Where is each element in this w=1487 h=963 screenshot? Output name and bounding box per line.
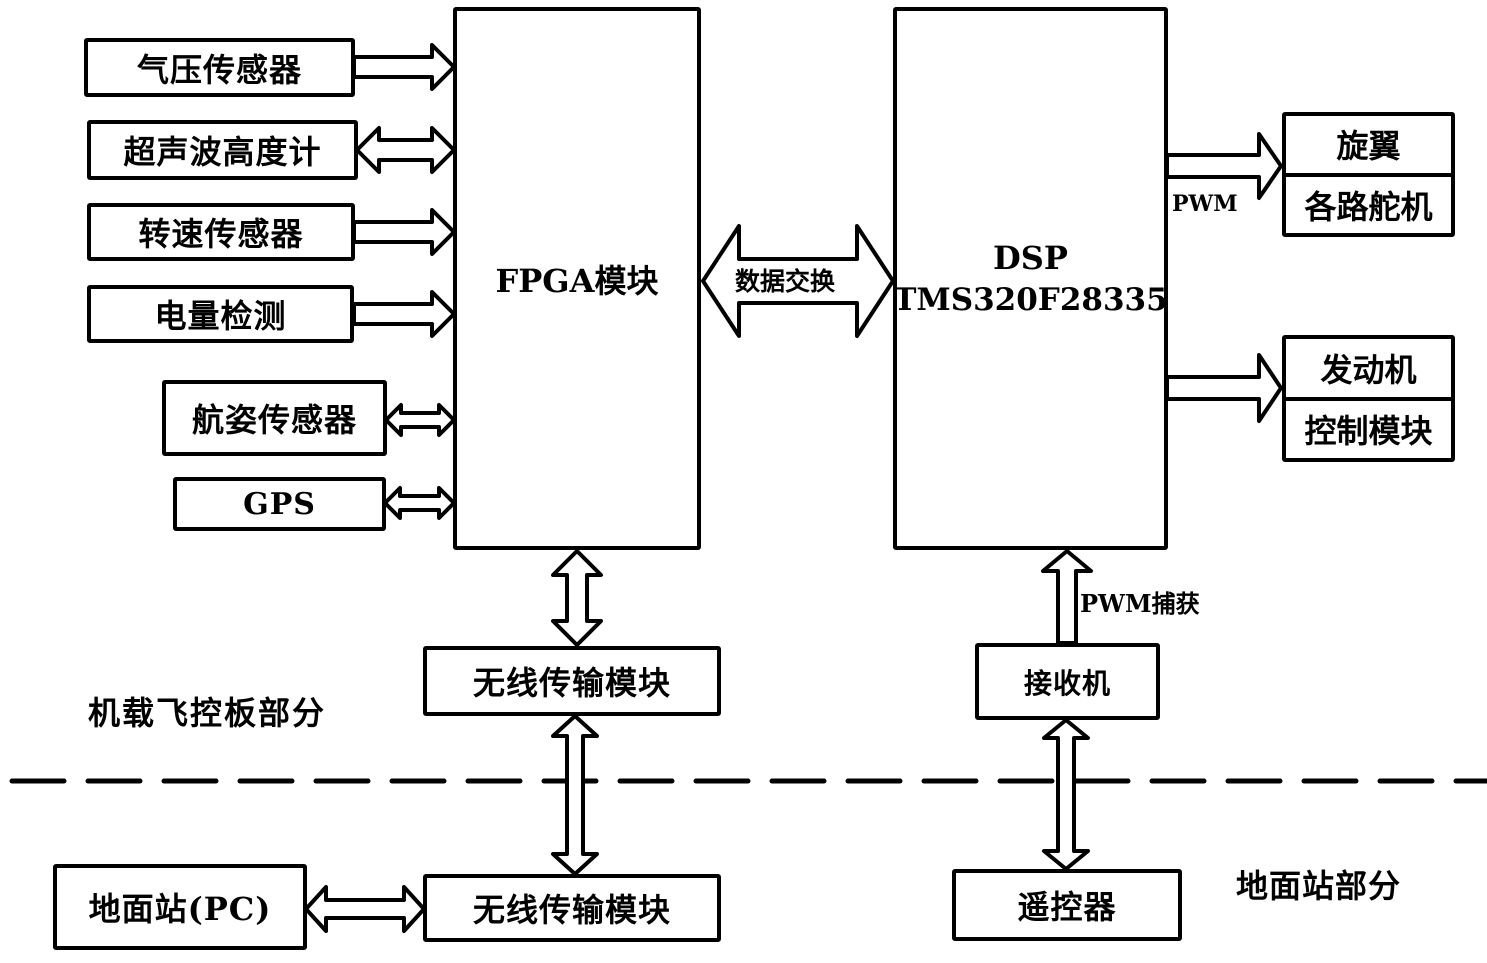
remote-controller-label: 遥控器 — [1017, 888, 1117, 926]
ultrasonic-altimeter-label: 超声波高度计 — [123, 133, 322, 171]
pwm-capture-label: PWM捕获 — [1080, 589, 1200, 618]
arrow-ultrasonic-altimeter-fpga — [355, 126, 456, 174]
flight-control-block-diagram: 气压传感器 超声波高度计 转速传感器 电量检测 航姿传感器 GPS FPGA模块… — [0, 0, 1487, 963]
pressure-sensor-label: 气压传感器 — [136, 50, 302, 89]
control-module-label-cell: 控制模块 — [1286, 396, 1451, 459]
battery-detect-label: 电量检测 — [154, 297, 287, 335]
rotor-label-cell: 旋翼 — [1286, 116, 1451, 173]
onboard-section-label: 机载飞控板部分 — [88, 694, 327, 732]
ahrs-sensor-box: 航姿传感器 — [162, 380, 387, 456]
ground-station-label: 地面站(PC) — [88, 890, 272, 928]
engine-label: 发动机 — [1320, 350, 1417, 389]
onboard-wireless-module-label: 无线传输模块 — [472, 664, 671, 702]
dsp-label: DSP — [993, 238, 1068, 277]
engine-label-cell: 发动机 — [1286, 339, 1451, 397]
servos-label: 各路舵机 — [1304, 187, 1433, 226]
battery-detect-box: 电量检测 — [87, 285, 354, 343]
arrow-ground-station-wireless — [304, 885, 426, 933]
remote-controller-box: 遥控器 — [952, 869, 1182, 941]
dsp-model-label: TMS320F28335 — [893, 281, 1168, 318]
dsp-box: DSP TMS320F28335 — [893, 7, 1168, 550]
onboard-wireless-module-box: 无线传输模块 — [423, 646, 721, 716]
ahrs-sensor-label: 航姿传感器 — [191, 401, 357, 439]
ground-station-box: 地面站(PC) — [53, 864, 307, 950]
fpga-module-box: FPGA模块 — [453, 7, 701, 550]
gps-label: GPS — [243, 486, 316, 522]
arrow-speed-sensor-to-fpga — [352, 208, 456, 256]
arrow-receiver-remote-link — [1042, 718, 1090, 871]
arrow-pressure-sensor-to-fpga — [352, 43, 456, 91]
ground-wireless-module-label: 无线传输模块 — [472, 891, 671, 929]
ground-section-label: 地面站部分 — [1236, 867, 1402, 905]
ground-wireless-module-box: 无线传输模块 — [423, 874, 721, 942]
arrow-fpga-wireless — [551, 549, 603, 647]
arrow-gps-fpga — [383, 486, 456, 520]
arrow-dsp-to-engine-control — [1165, 353, 1283, 423]
fpga-module-label: FPGA模块 — [495, 261, 659, 300]
receiver-box: 接收机 — [975, 643, 1160, 720]
speed-sensor-label: 转速传感器 — [138, 215, 304, 253]
servos-label-cell: 各路舵机 — [1286, 172, 1451, 234]
rotor-label: 旋翼 — [1336, 127, 1401, 166]
receiver-label: 接收机 — [1023, 666, 1111, 700]
arrow-wireless-link — [551, 714, 599, 876]
arrow-battery-detect-to-fpga — [352, 290, 456, 338]
data-exchange-label: 数据交换 — [735, 267, 836, 296]
pressure-sensor-box: 气压传感器 — [84, 38, 355, 97]
arrow-ahrs-sensor-fpga — [384, 403, 456, 437]
engine-control-box: 发动机 控制模块 — [1282, 335, 1455, 462]
rotor-servo-box: 旋翼 各路舵机 — [1282, 112, 1455, 237]
gps-box: GPS — [173, 477, 386, 531]
ultrasonic-altimeter-box: 超声波高度计 — [87, 120, 358, 180]
control-module-label: 控制模块 — [1304, 412, 1433, 451]
pwm-output-label: PWM — [1172, 191, 1238, 217]
speed-sensor-box: 转速传感器 — [87, 203, 355, 261]
arrow-dsp-to-servos — [1165, 132, 1283, 200]
